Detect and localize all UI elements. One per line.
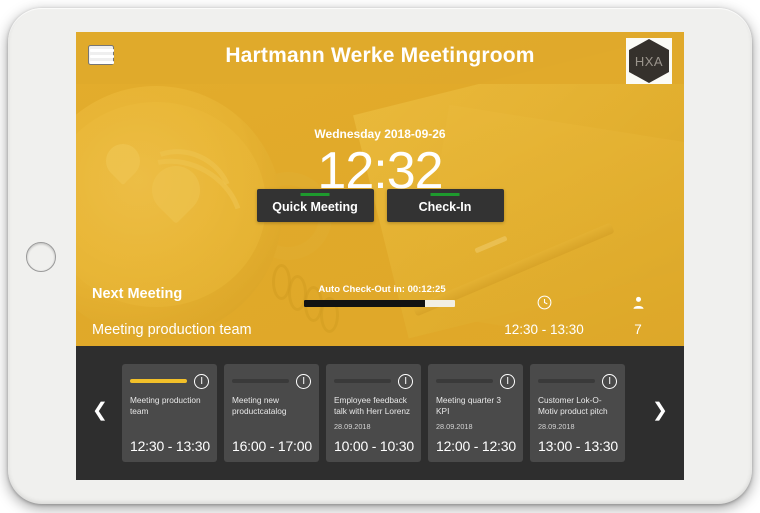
meeting-card-status-bar — [130, 379, 187, 383]
brand-logo: HXA — [626, 38, 672, 84]
chevron-left-icon[interactable]: ❮ — [88, 394, 112, 428]
quick-meeting-label: Quick Meeting — [272, 200, 358, 214]
meeting-card-status-bar — [538, 379, 595, 383]
check-in-label: Check-In — [418, 200, 472, 214]
quick-meeting-button[interactable]: Quick Meeting — [256, 189, 374, 222]
meeting-card-date: 28.09.2018 — [538, 422, 575, 431]
tablet-screen: Hartmann Werke Meetingroom HXA Wednesday… — [76, 32, 684, 480]
meeting-card-time: 13:00 - 13:30 — [538, 438, 618, 454]
info-icon[interactable] — [500, 373, 515, 389]
meeting-card-time: 12:00 - 12:30 — [436, 438, 516, 454]
clock-icon — [524, 294, 564, 316]
meeting-card-header — [334, 373, 413, 389]
meeting-card-date: 28.09.2018 — [436, 422, 473, 431]
hero-panel: Hartmann Werke Meetingroom HXA Wednesday… — [76, 32, 684, 346]
button-accent-bar — [300, 193, 330, 196]
meeting-card[interactable]: Meeting quarter 3 KPI 28.09.2018 12:00 - 1… — [428, 364, 523, 462]
check-in-button[interactable]: Check-In — [386, 189, 504, 222]
meeting-carousel: ❮ ❯ Meeting production team 12:30 - 13:30… — [76, 346, 684, 480]
next-meeting-time: 12:30 - 13:30 — [504, 322, 584, 337]
info-icon[interactable] — [398, 373, 413, 389]
meeting-card-date: 28.09.2018 — [334, 422, 371, 431]
brand-logo-text: HXA — [634, 53, 664, 69]
meeting-card[interactable]: Meeting new productcatalog 16:00 - 17:00 — [224, 364, 319, 462]
home-button[interactable] — [26, 242, 56, 272]
hexagon-icon: HXA — [629, 39, 669, 83]
top-bar: Hartmann Werke Meetingroom HXA — [76, 32, 684, 84]
meeting-card-header — [232, 373, 311, 389]
next-meeting-heading: Next Meeting — [92, 286, 183, 302]
meeting-card-time: 10:00 - 10:30 — [334, 438, 414, 454]
meeting-card-header — [130, 373, 209, 389]
person-icon — [618, 294, 658, 316]
meeting-card-title: Meeting new productcatalog — [232, 395, 287, 416]
meeting-card-title: Customer Lok-O-Motiv product pitch — [538, 395, 608, 416]
action-button-group: Quick Meeting Check-In — [76, 189, 684, 222]
meeting-card-header — [436, 373, 515, 389]
meeting-card[interactable]: Employee feedback talk with Herr Lorenz 2… — [326, 364, 421, 462]
meeting-card-status-bar — [232, 379, 289, 383]
meeting-card-title: Meeting quarter 3 KPI — [436, 395, 502, 416]
current-date: Wednesday 2018-09-26 — [314, 127, 446, 141]
meeting-card-title: Meeting production team — [130, 395, 201, 416]
info-icon[interactable] — [194, 373, 209, 389]
carousel-track: Meeting production team 12:30 - 13:30 Meet… — [122, 364, 638, 462]
meeting-card-status-bar — [436, 379, 493, 383]
button-accent-bar — [430, 193, 460, 196]
meeting-card[interactable]: Meeting production team 12:30 - 13:30 — [122, 364, 217, 462]
meeting-card[interactable]: Customer Lok-O-Motiv product pitch 28.09.… — [530, 364, 625, 462]
page-title: Hartmann Werke Meetingroom — [225, 44, 535, 67]
meeting-card-time: 16:00 - 17:00 — [232, 438, 312, 454]
auto-checkout-progress-fill — [304, 300, 425, 307]
meeting-card-status-bar — [334, 379, 391, 383]
info-icon[interactable] — [296, 373, 311, 389]
meeting-card-time: 12:30 - 13:30 — [130, 438, 210, 454]
auto-checkout-progress-bar — [304, 300, 455, 307]
info-icon[interactable] — [602, 373, 617, 389]
next-meeting-section: Next Meeting Meeting production team Aut… — [76, 244, 684, 346]
chevron-right-icon[interactable]: ❯ — [648, 394, 672, 428]
meeting-card-header — [538, 373, 617, 389]
next-meeting-attendees: 7 — [634, 322, 642, 337]
auto-checkout-label: Auto Check-Out in: 00:12:25 — [318, 284, 446, 295]
tablet-device-frame: Hartmann Werke Meetingroom HXA Wednesday… — [8, 8, 752, 504]
meeting-card-title: Employee feedback talk with Herr Lorenz — [334, 395, 411, 416]
next-meeting-title: Meeting production team — [92, 322, 252, 338]
